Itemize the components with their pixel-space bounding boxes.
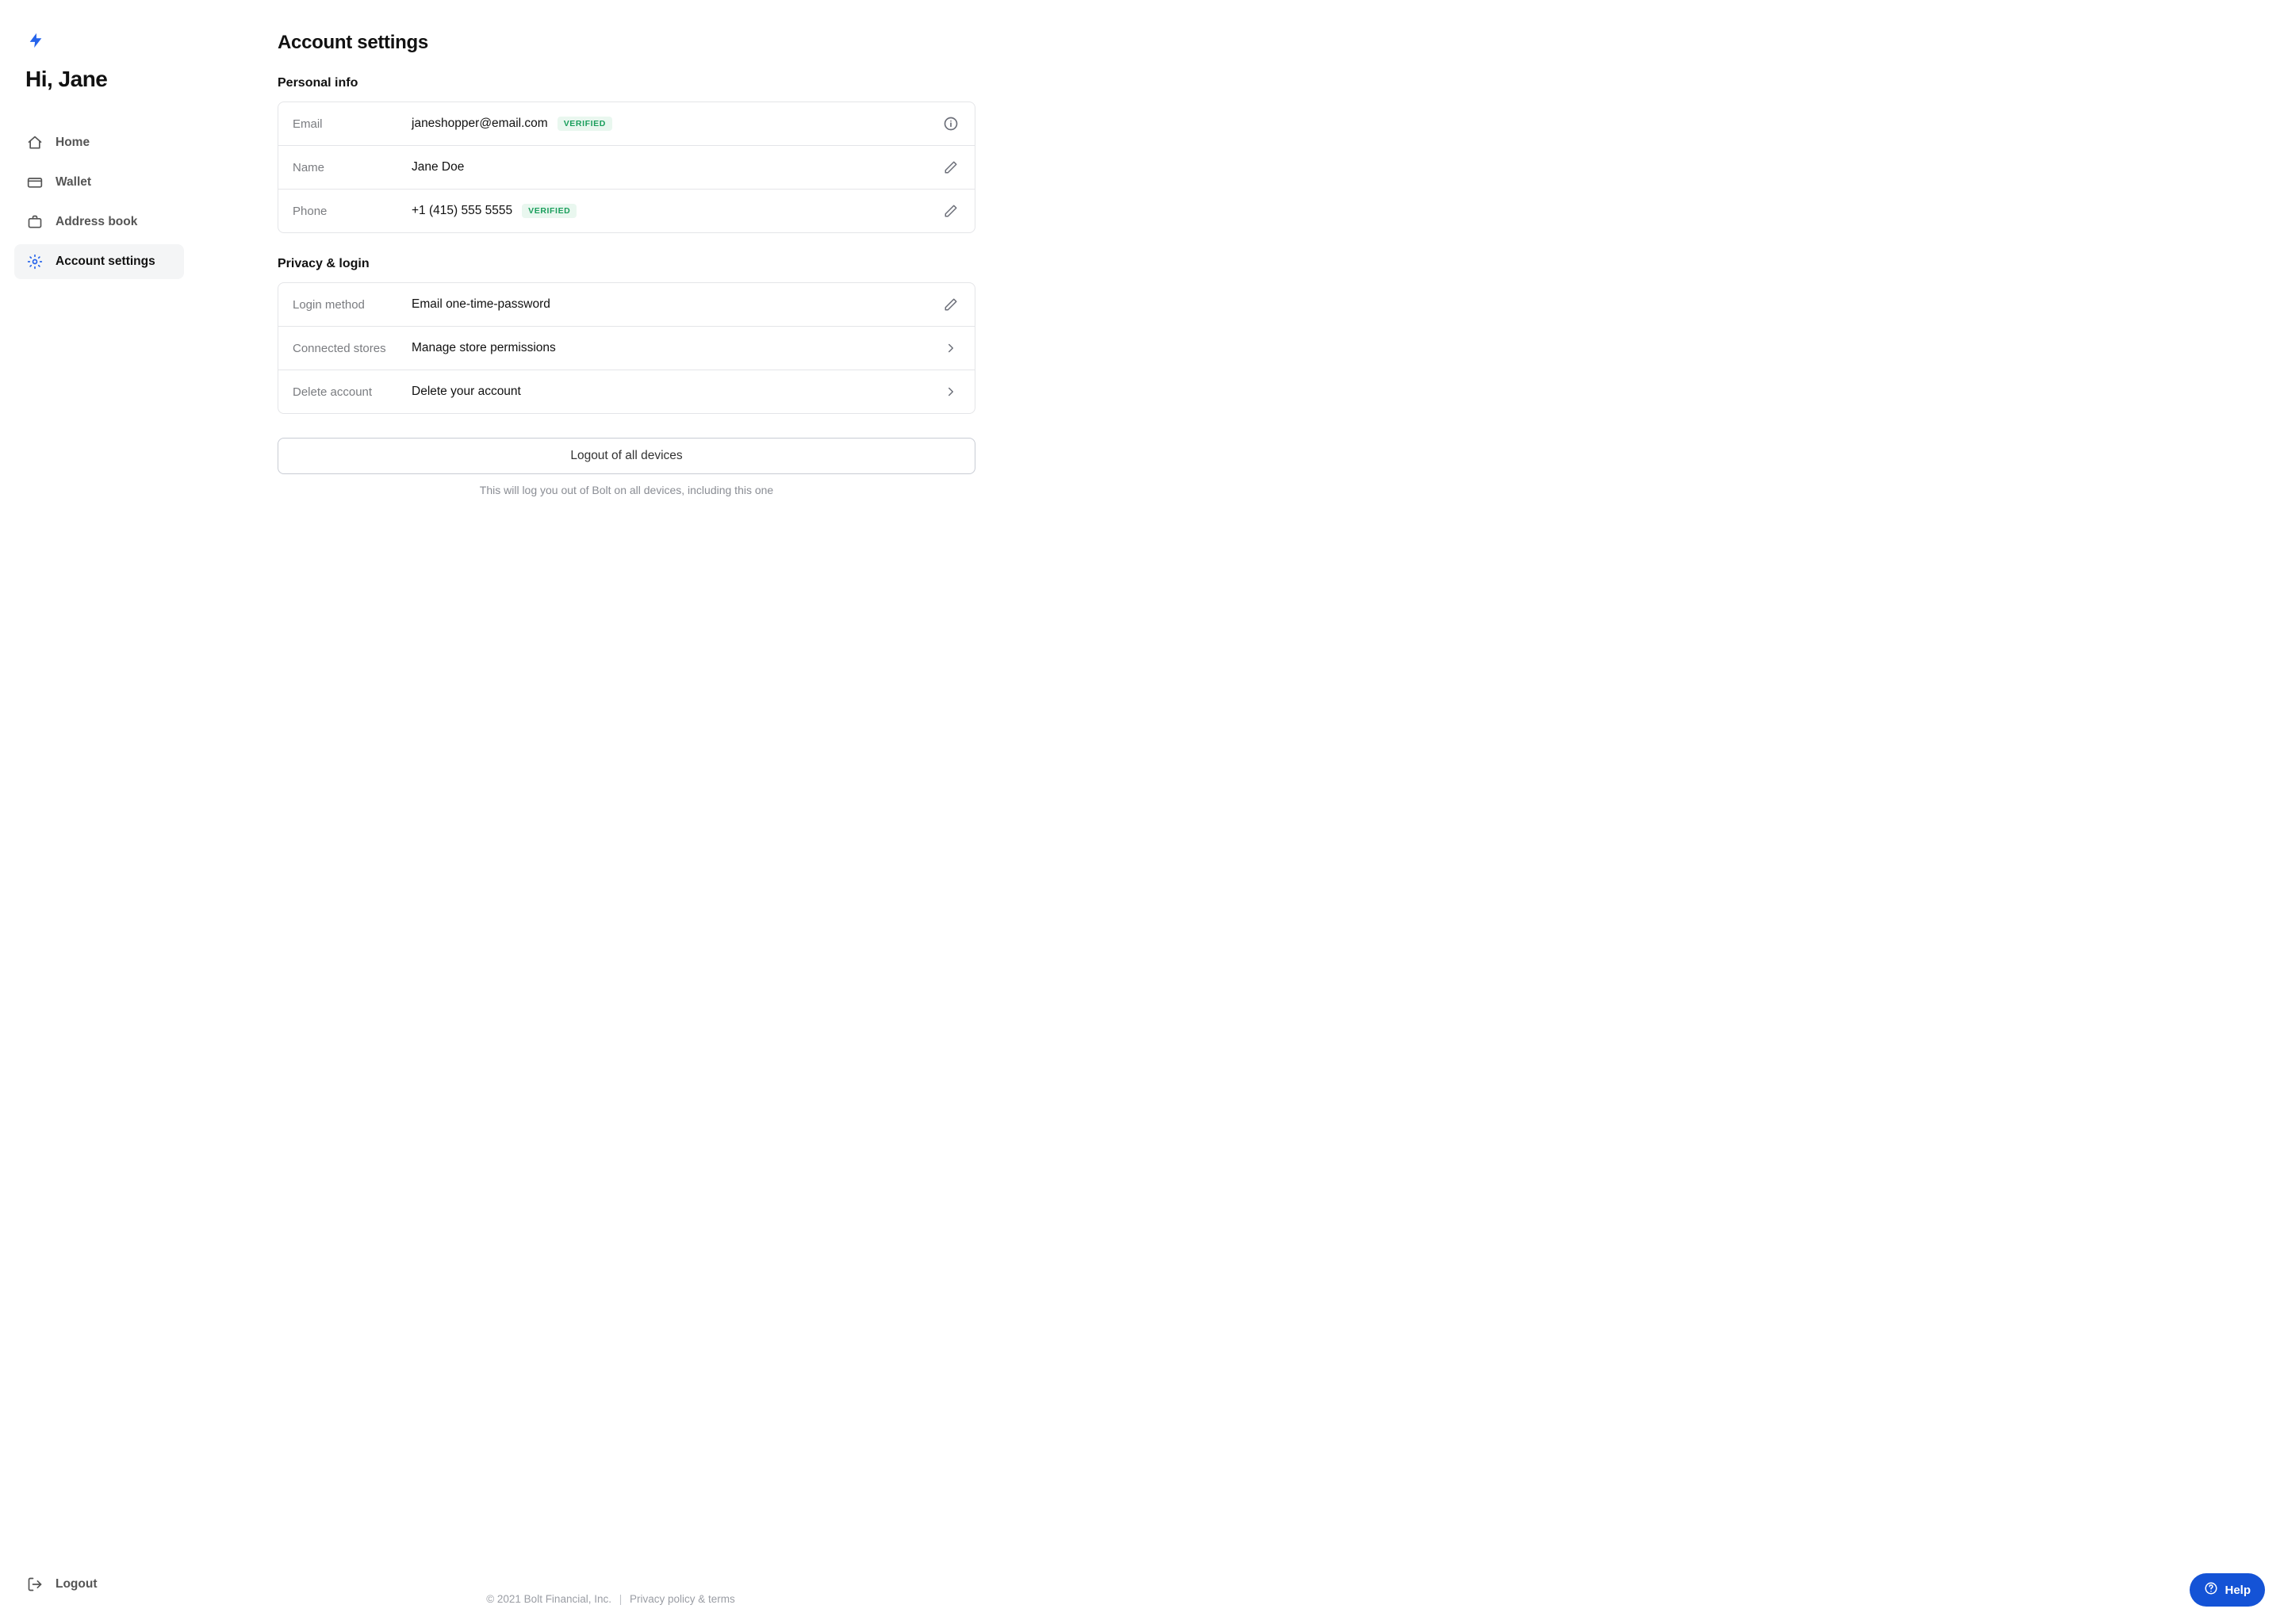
login-method-value: Email one-time-password bbox=[412, 297, 550, 312]
logout-icon bbox=[27, 1576, 43, 1592]
footer: © 2021 Bolt Financial, Inc. | Privacy po… bbox=[486, 1593, 735, 1605]
sidebar-item-wallet[interactable]: Wallet bbox=[14, 165, 184, 200]
row-label: Login method bbox=[293, 298, 412, 312]
gear-icon bbox=[27, 254, 43, 270]
row-login-method: Login method Email one-time-password bbox=[278, 283, 975, 327]
sidebar-item-label: Home bbox=[56, 136, 90, 150]
greeting: Hi, Jane bbox=[25, 67, 184, 92]
help-label: Help bbox=[2225, 1584, 2251, 1597]
name-value: Jane Doe bbox=[412, 160, 464, 174]
row-email: Email janeshopper@email.com VERIFIED bbox=[278, 102, 975, 146]
help-button[interactable]: Help bbox=[2190, 1573, 2265, 1607]
sidebar-item-label: Account settings bbox=[56, 255, 155, 269]
logout-all-devices-button[interactable]: Logout of all devices bbox=[278, 438, 975, 474]
sidebar: Hi, Jane Home Wallet Address book bbox=[0, 0, 198, 1624]
bolt-logo bbox=[27, 32, 44, 49]
sidebar-item-home[interactable]: Home bbox=[14, 125, 184, 160]
verified-badge: VERIFIED bbox=[558, 117, 612, 131]
footer-privacy-link[interactable]: Privacy policy & terms bbox=[630, 1593, 735, 1605]
row-label: Name bbox=[293, 161, 412, 174]
chevron-right-icon bbox=[941, 339, 960, 358]
row-phone: Phone +1 (415) 555 5555 VERIFIED bbox=[278, 190, 975, 232]
sidebar-logout[interactable]: Logout bbox=[14, 1568, 184, 1600]
sidebar-logout-label: Logout bbox=[56, 1577, 98, 1591]
sidebar-item-account-settings[interactable]: Account settings bbox=[14, 244, 184, 279]
privacy-login-card: Login method Email one-time-password Con… bbox=[278, 282, 975, 414]
section-personal-title: Personal info bbox=[278, 76, 975, 90]
verified-badge: VERIFIED bbox=[522, 204, 577, 218]
briefcase-icon bbox=[27, 214, 43, 230]
sidebar-item-label: Address book bbox=[56, 215, 137, 229]
edit-phone-button[interactable] bbox=[941, 201, 960, 220]
row-connected-stores[interactable]: Connected stores Manage store permission… bbox=[278, 327, 975, 370]
sidebar-item-address-book[interactable]: Address book bbox=[14, 205, 184, 239]
personal-info-card: Email janeshopper@email.com VERIFIED Nam… bbox=[278, 102, 975, 233]
row-label: Email bbox=[293, 117, 412, 131]
sidebar-item-label: Wallet bbox=[56, 175, 91, 190]
main-content: Account settings Personal info Email jan… bbox=[198, 0, 1023, 1624]
home-icon bbox=[27, 135, 43, 151]
phone-value: +1 (415) 555 5555 bbox=[412, 204, 512, 218]
email-info-button[interactable] bbox=[941, 114, 960, 133]
page-title: Account settings bbox=[278, 32, 975, 54]
edit-name-button[interactable] bbox=[941, 158, 960, 177]
footer-copyright: © 2021 Bolt Financial, Inc. bbox=[486, 1593, 611, 1605]
row-label: Phone bbox=[293, 205, 412, 218]
email-value: janeshopper@email.com bbox=[412, 117, 548, 131]
section-privacy-title: Privacy & login bbox=[278, 257, 975, 271]
edit-login-method-button[interactable] bbox=[941, 295, 960, 314]
row-delete-account[interactable]: Delete account Delete your account bbox=[278, 370, 975, 413]
connected-stores-value: Manage store permissions bbox=[412, 341, 556, 355]
logout-hint: This will log you out of Bolt on all dev… bbox=[278, 484, 975, 496]
wallet-icon bbox=[27, 174, 43, 190]
row-name: Name Jane Doe bbox=[278, 146, 975, 190]
row-label: Delete account bbox=[293, 385, 412, 399]
delete-account-value: Delete your account bbox=[412, 385, 521, 399]
chevron-right-icon bbox=[941, 382, 960, 401]
row-label: Connected stores bbox=[293, 342, 412, 355]
sidebar-nav: Home Wallet Address book Account setting… bbox=[14, 125, 184, 279]
help-icon bbox=[2204, 1581, 2218, 1599]
